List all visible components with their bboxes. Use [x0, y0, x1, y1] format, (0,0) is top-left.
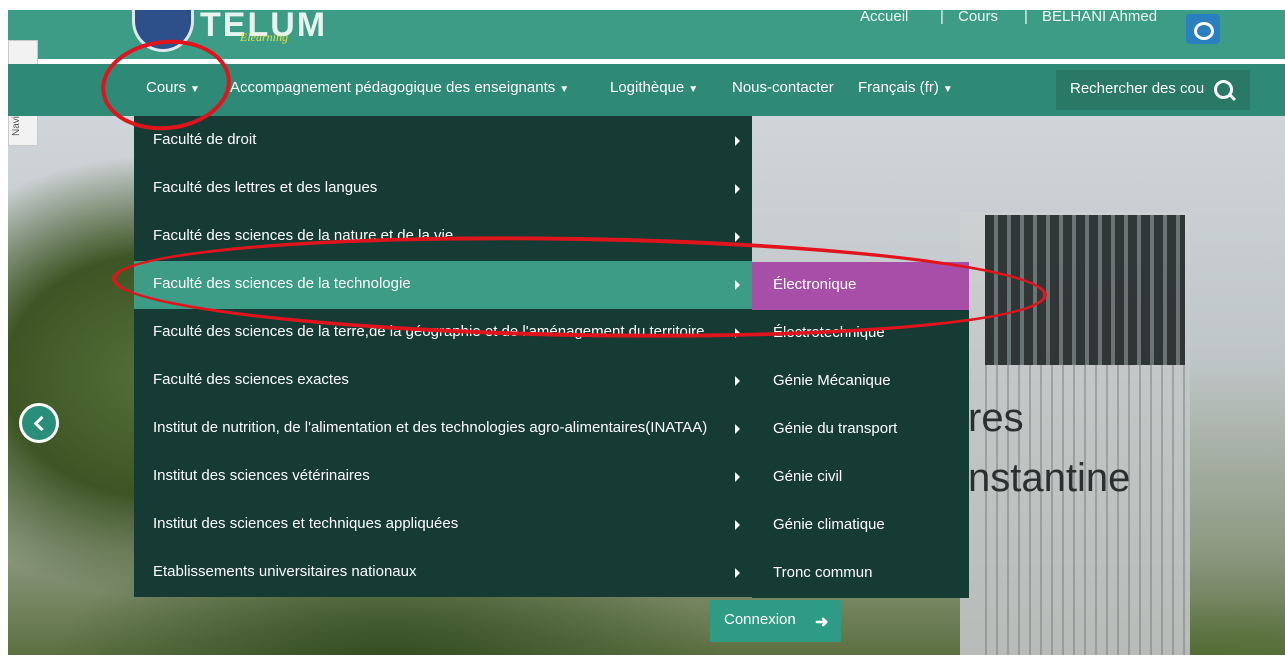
menu-item-institute-nutrition[interactable]: Institut de nutrition, de l'alimentation… — [134, 405, 752, 453]
menu-item-label: Institut de nutrition, de l'alimentation… — [153, 419, 708, 436]
chevron-down-icon: ▼ — [559, 84, 570, 95]
nav-item-contact[interactable]: Nous-contacter — [732, 79, 834, 96]
chevron-right-icon — [735, 136, 740, 146]
submenu-item-common-core[interactable]: Tronc commun — [752, 550, 969, 598]
nav-item-software-library[interactable]: Logithèque ▼ — [610, 79, 698, 96]
chevron-right-icon — [735, 376, 740, 386]
chevron-down-icon: ▼ — [688, 84, 699, 95]
menu-item-institute-veterinary[interactable]: Institut des sciences vétérinaires — [134, 453, 752, 501]
top-link-separator-2: | — [1024, 8, 1028, 25]
nav-item-language[interactable]: Français (fr) ▼ — [858, 79, 953, 96]
top-link-home[interactable]: Accueil — [860, 8, 908, 25]
menu-item-label: Etablissements universitaires nationaux — [153, 563, 417, 580]
arrow-right-icon: ➜ — [815, 614, 829, 631]
user-avatar[interactable] — [1186, 14, 1220, 44]
chevron-right-icon — [735, 472, 740, 482]
page: res nstantine TELUM Elearning Accueil | … — [0, 0, 1285, 655]
chevron-right-icon — [735, 520, 740, 530]
submenu-item-transport-engineering[interactable]: Génie du transport — [752, 406, 969, 454]
search-icon[interactable] — [1214, 80, 1233, 99]
hero-title-line-2: nstantine — [968, 456, 1131, 500]
menu-item-national-institutions[interactable]: Etablissements universitaires nationaux — [134, 549, 752, 597]
top-link-separator-1: | — [940, 8, 944, 25]
nav-item-teacher-support[interactable]: Accompagnement pédagogique des enseignan… — [230, 79, 569, 96]
menu-item-faculty-exact-sciences[interactable]: Faculté des sciences exactes — [134, 357, 752, 405]
site-logo-subtitle: Elearning — [240, 30, 288, 44]
menu-item-label: Institut des sciences vétérinaires — [153, 467, 370, 484]
menu-item-faculty-law[interactable]: Faculté de droit — [134, 117, 752, 165]
chevron-right-icon — [735, 568, 740, 578]
chevron-right-icon — [735, 232, 740, 242]
login-button-label: Connexion — [724, 611, 796, 628]
submenu-item-climate-engineering[interactable]: Génie climatique — [752, 502, 969, 550]
nav-item-teacher-support-label: Accompagnement pédagogique des enseignan… — [230, 79, 556, 96]
menu-item-faculty-letters[interactable]: Faculté des lettres et des langues — [134, 165, 752, 213]
nav-item-contact-label: Nous-contacter — [732, 79, 834, 96]
carousel-prev-button[interactable] — [19, 403, 59, 443]
chevron-right-icon — [735, 424, 740, 434]
submenu-item-mechanical-engineering[interactable]: Génie Mécanique — [752, 358, 969, 406]
menu-item-label: Faculté de droit — [153, 131, 257, 148]
menu-item-label: Faculté des lettres et des langues — [153, 179, 378, 196]
top-link-courses[interactable]: Cours — [958, 8, 998, 25]
hero-title-line-1: res — [968, 396, 1024, 440]
nav-item-software-library-label: Logithèque — [610, 79, 685, 96]
chevron-right-icon — [735, 184, 740, 194]
nav-item-language-label: Français (fr) — [858, 79, 939, 96]
menu-item-institute-applied-sciences[interactable]: Institut des sciences et techniques appl… — [134, 501, 752, 549]
user-name[interactable]: BELHANI Ahmed — [1042, 8, 1157, 25]
menu-item-label: Faculté des sciences exactes — [153, 371, 349, 388]
submenu-item-civil-engineering[interactable]: Génie civil — [752, 454, 969, 502]
chevron-down-icon: ▼ — [942, 84, 953, 95]
menu-item-label: Institut des sciences et techniques appl… — [153, 515, 459, 532]
